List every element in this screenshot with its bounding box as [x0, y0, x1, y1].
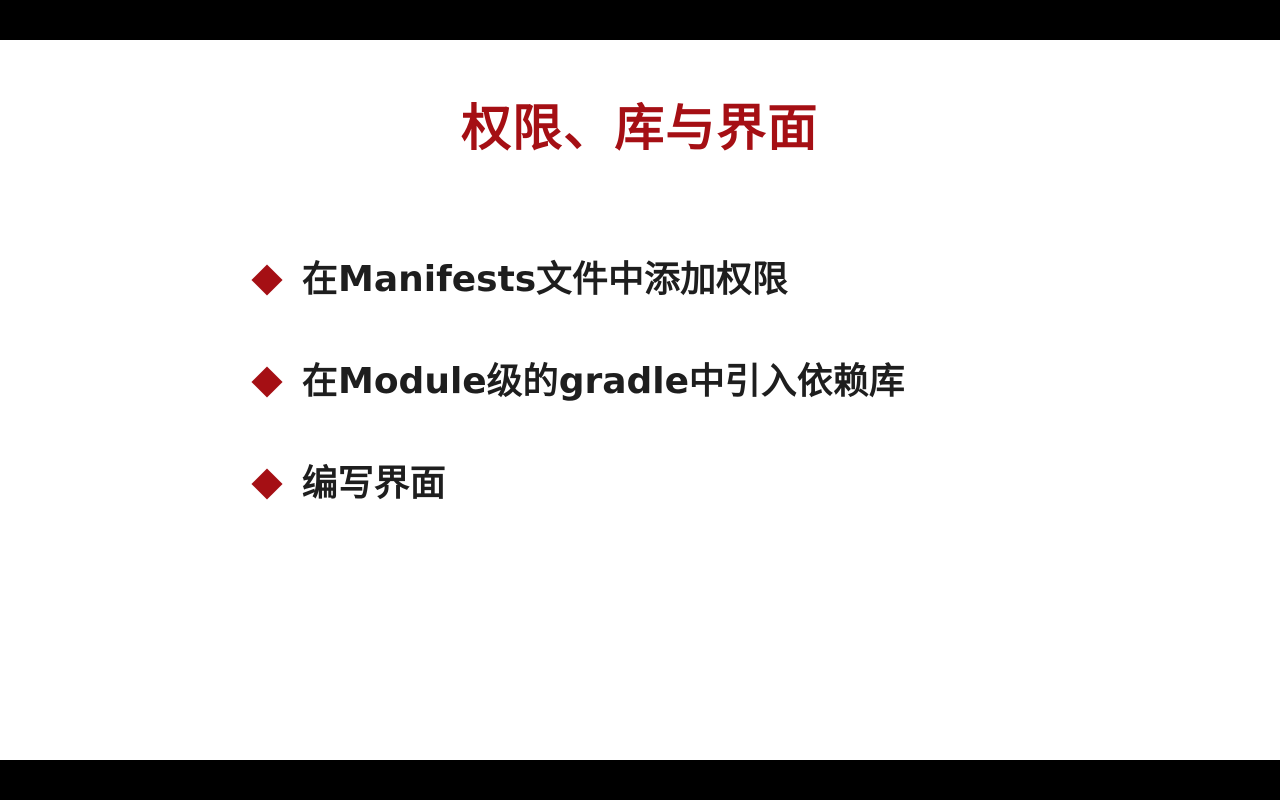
letterbox-bottom [0, 760, 1280, 800]
bullet-item-ui: 编写界面 [250, 454, 1150, 514]
bullet-item-dependencies: 在Module级的gradle中引入依赖库 [250, 352, 1150, 412]
bullet-text: 在Module级的gradle中引入依赖库 [302, 361, 906, 402]
slide-title: 权限、库与界面 [461, 99, 819, 157]
diamond-bullet-icon [251, 468, 283, 500]
bullet-item-permissions: 在Manifests文件中添加权限 [250, 250, 1150, 310]
diamond-bullet-icon [251, 264, 283, 296]
letterbox-top [0, 0, 1280, 40]
bullet-text: 在Manifests文件中添加权限 [302, 259, 789, 300]
bullet-text: 编写界面 [302, 463, 447, 504]
bullet-list: 在Manifests文件中添加权限 在Module级的gradle中引入依赖库 … [250, 250, 1150, 556]
presentation-slide: 权限、库与界面 在Manifests文件中添加权限 在Module级的gradl… [0, 40, 1280, 760]
diamond-bullet-icon [251, 366, 283, 398]
